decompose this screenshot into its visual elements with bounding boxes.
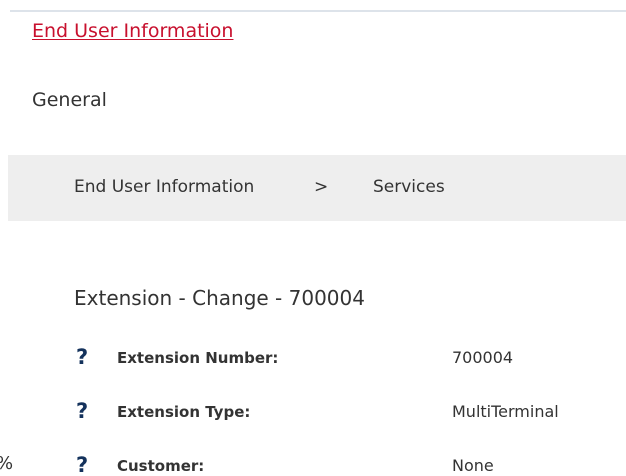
field-value: MultiTerminal [452,402,559,421]
help-icon[interactable]: ? [76,453,88,476]
top-divider [10,10,626,12]
field-row-extension-number: ? Extension Number: 700004 [0,345,626,375]
edge-glyph: % [0,453,13,474]
field-label: Customer: [117,457,205,475]
page: End User Information General End User In… [0,0,626,476]
field-row-extension-type: ? Extension Type: MultiTerminal [0,399,626,429]
field-value: None [452,456,494,475]
breadcrumb: End User Information > Services [8,155,626,221]
help-icon[interactable]: ? [76,345,88,369]
field-label: Extension Number: [117,349,279,367]
breadcrumb-item-services: Services [373,177,445,197]
section-title: Extension - Change - 700004 [74,286,365,310]
field-value: 700004 [452,348,514,367]
help-icon[interactable]: ? [76,399,88,423]
end-user-information-link[interactable]: End User Information [32,20,233,42]
breadcrumb-item-end-user-information[interactable]: End User Information [74,177,254,197]
field-row-customer: ? Customer: None [0,453,626,476]
breadcrumb-separator-icon: > [314,177,329,197]
general-heading: General [32,89,107,111]
field-label: Extension Type: [117,403,251,421]
